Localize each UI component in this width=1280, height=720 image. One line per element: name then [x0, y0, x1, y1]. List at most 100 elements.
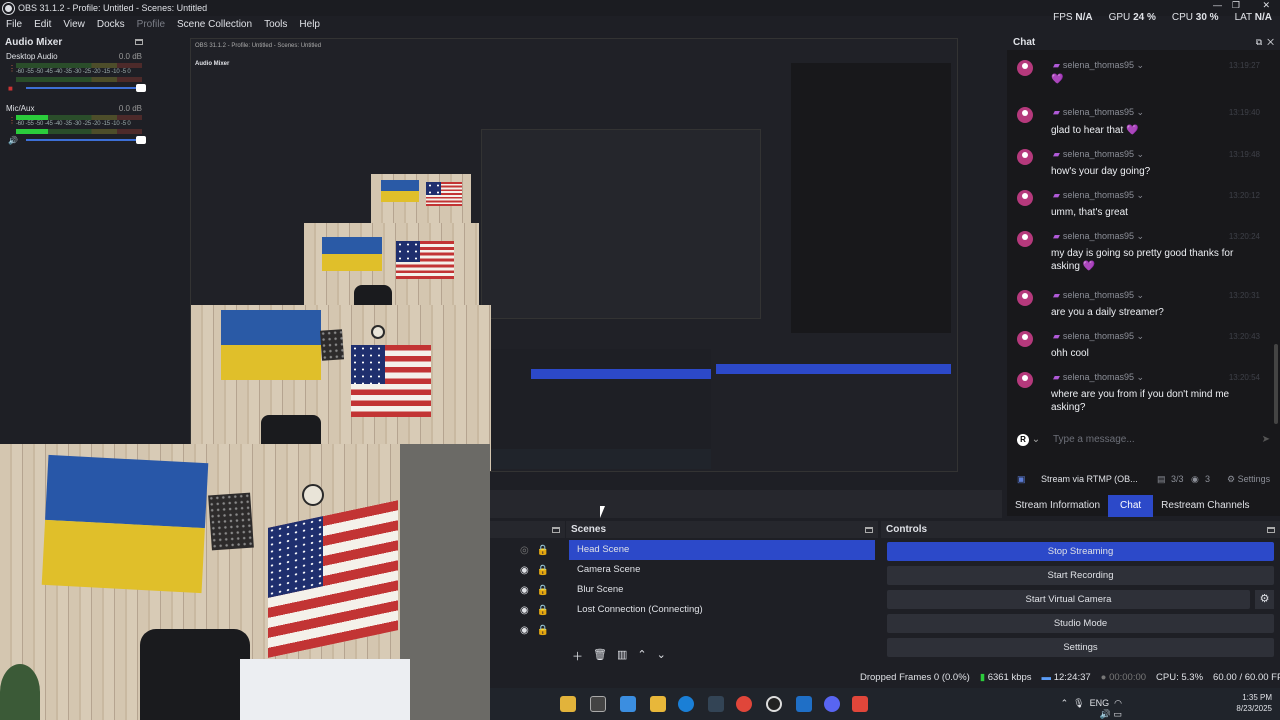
- avatar[interactable]: [1017, 290, 1033, 306]
- chat-username[interactable]: ▰ selena_thomas95 ⌄: [1053, 60, 1144, 71]
- chrome-icon[interactable]: [736, 696, 752, 712]
- avatar[interactable]: [1017, 149, 1033, 165]
- menu-tools[interactable]: Tools: [258, 19, 293, 30]
- mute-icon[interactable]: ■: [8, 84, 13, 93]
- maximize-icon[interactable]: ❐: [1232, 0, 1240, 11]
- eye-icon[interactable]: ◉: [520, 585, 529, 596]
- avatar[interactable]: [1017, 60, 1033, 76]
- undock-icon[interactable]: [552, 526, 560, 533]
- undock-icon[interactable]: ⧉: [1256, 37, 1262, 47]
- close-dock-icon[interactable]: ✕: [1267, 37, 1274, 47]
- clock-time[interactable]: 1:35 PM: [1236, 692, 1272, 703]
- battery-icon[interactable]: ▭: [1113, 709, 1122, 719]
- undock-icon[interactable]: [1267, 526, 1275, 533]
- studio-mode-button[interactable]: Studio Mode: [887, 614, 1274, 633]
- settings-link[interactable]: ⚙ Settings: [1227, 474, 1270, 485]
- menu-edit[interactable]: Edit: [28, 19, 57, 30]
- speaker-icon[interactable]: 🔊: [8, 136, 18, 145]
- chat-username[interactable]: ▰ selena_thomas95 ⌄: [1053, 107, 1144, 118]
- close-icon[interactable]: ✕: [1262, 0, 1270, 11]
- chat-username[interactable]: ▰ selena_thomas95 ⌄: [1053, 190, 1144, 201]
- obs-icon[interactable]: [766, 696, 782, 712]
- tab-stream-information[interactable]: Stream Information: [1007, 495, 1108, 517]
- minimize-icon[interactable]: —: [1213, 0, 1222, 10]
- menu-help[interactable]: Help: [293, 19, 326, 30]
- stop-streaming-button[interactable]: Stop Streaming: [887, 542, 1274, 561]
- tab-restream-channels[interactable]: Restream Channels: [1153, 495, 1257, 517]
- clock-date[interactable]: 8/23/2025: [1236, 703, 1272, 714]
- start-virtual-camera-button[interactable]: Start Virtual Camera: [887, 590, 1250, 609]
- file-explorer-icon[interactable]: [650, 696, 666, 712]
- gear-dots-icon[interactable]: ⋮: [8, 116, 16, 125]
- controls-buttons: Stop Streaming Start Recording Start Vir…: [881, 538, 1280, 657]
- tab-chat[interactable]: Chat: [1108, 495, 1154, 517]
- message-input[interactable]: Type a message...: [1053, 434, 1135, 445]
- sources-dock: ◎ 🔒 ◉ 🔒 ◉ 🔒 ◉ 🔒 ◉ 🔒: [490, 521, 565, 665]
- message-text: umm, that's great: [1051, 207, 1128, 218]
- chat-username[interactable]: ▰ selena_thomas95 ⌄: [1053, 149, 1144, 160]
- menu-profile[interactable]: Profile: [131, 19, 171, 30]
- eye-icon[interactable]: ◉: [520, 565, 529, 576]
- avatar[interactable]: [1017, 372, 1033, 388]
- chat-username[interactable]: ▰ selena_thomas95 ⌄: [1053, 331, 1144, 342]
- language[interactable]: ENG: [1090, 698, 1110, 708]
- settings-button[interactable]: Settings: [887, 638, 1274, 657]
- edge-icon[interactable]: [678, 696, 694, 712]
- lock-icon[interactable]: 🔒: [537, 565, 549, 576]
- virtual-camera-settings-icon[interactable]: ⚙: [1255, 590, 1274, 609]
- lock-icon[interactable]: 🔒: [537, 585, 549, 596]
- scene-item-lost-connection[interactable]: Lost Connection (Connecting): [569, 600, 875, 620]
- lock-icon[interactable]: 🔒: [537, 625, 549, 636]
- eye-icon[interactable]: ◉: [520, 605, 529, 616]
- mic-icon[interactable]: 🎙: [1073, 698, 1084, 708]
- chat-username[interactable]: ▰ selena_thomas95 ⌄: [1053, 290, 1144, 301]
- store-icon[interactable]: [708, 696, 724, 712]
- volume-slider[interactable]: [26, 84, 146, 92]
- trash-icon[interactable]: 🗑: [593, 648, 607, 664]
- volume-slider[interactable]: [26, 136, 146, 144]
- lock-icon[interactable]: 🔒: [537, 605, 549, 616]
- scene-item-blur-scene[interactable]: Blur Scene: [569, 580, 875, 600]
- menu-scene-collection[interactable]: Scene Collection: [171, 19, 258, 30]
- filter-icon[interactable]: ▥: [617, 648, 627, 664]
- menu-docks[interactable]: Docks: [91, 19, 131, 30]
- avatar[interactable]: [1017, 331, 1033, 347]
- move-down-icon[interactable]: ⌄: [657, 648, 666, 664]
- discord-icon[interactable]: [824, 696, 840, 712]
- undock-icon[interactable]: [135, 39, 143, 45]
- chat-username[interactable]: ▰ selena_thomas95 ⌄: [1053, 231, 1144, 242]
- vscode-icon[interactable]: [796, 696, 812, 712]
- scene-item-camera-scene[interactable]: Camera Scene: [569, 560, 875, 580]
- menu-file[interactable]: File: [0, 19, 28, 30]
- undock-icon[interactable]: [865, 526, 873, 533]
- preview-canvas[interactable]: OBS 31.1.2 - Profile: Untitled - Scenes:…: [190, 38, 958, 472]
- copilot-icon[interactable]: [620, 696, 636, 712]
- stream-label[interactable]: Stream via RTMP (OB...: [1041, 474, 1138, 484]
- scene-item-head-scene[interactable]: Head Scene: [569, 540, 875, 560]
- slider-knob[interactable]: [136, 84, 146, 92]
- app-icon[interactable]: [560, 696, 576, 712]
- chevron-up-icon[interactable]: ⌃: [1061, 698, 1069, 708]
- platform-icon[interactable]: R: [1017, 434, 1029, 446]
- eye-icon[interactable]: ◉: [520, 625, 529, 636]
- gear-dots-icon[interactable]: ⋮: [8, 64, 16, 73]
- chevron-down-icon[interactable]: ⌄: [1032, 434, 1040, 445]
- slider-knob[interactable]: [136, 136, 146, 144]
- send-icon[interactable]: ➤: [1262, 434, 1270, 445]
- scene-toolbar: ＋ 🗑 ▥ ⌃ ⌄: [572, 648, 666, 664]
- menu-view[interactable]: View: [57, 19, 91, 30]
- avatar[interactable]: [1017, 107, 1033, 123]
- chat-username[interactable]: ▰ selena_thomas95 ⌄: [1053, 372, 1144, 383]
- volume-icon[interactable]: 🔊: [1100, 709, 1111, 719]
- lock-icon[interactable]: 🔒: [537, 545, 549, 556]
- wifi-icon[interactable]: ◠: [1114, 698, 1122, 708]
- task-view-icon[interactable]: [590, 696, 606, 712]
- move-up-icon[interactable]: ⌃: [637, 648, 646, 664]
- start-recording-button[interactable]: Start Recording: [887, 566, 1274, 585]
- chat-scrollbar[interactable]: [1274, 344, 1278, 424]
- add-icon[interactable]: ＋: [572, 648, 583, 664]
- app-icon[interactable]: [852, 696, 868, 712]
- eye-hidden-icon[interactable]: ◎: [520, 545, 529, 556]
- avatar[interactable]: [1017, 231, 1033, 247]
- avatar[interactable]: [1017, 190, 1033, 206]
